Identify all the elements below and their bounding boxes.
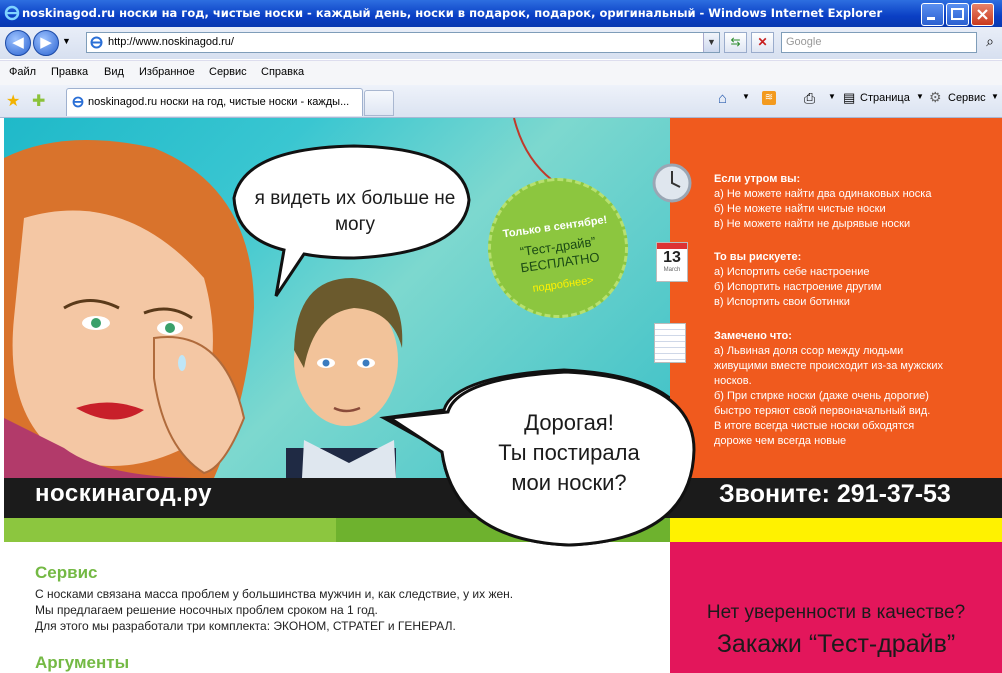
tag-string [513, 118, 553, 181]
page-icon [90, 36, 103, 49]
web-page: я видеть их больше не могу Только в сент… [4, 118, 1002, 673]
refresh-icon: ⇆ [730, 35, 741, 49]
site-brand[interactable]: носкинагод.ру [35, 480, 212, 508]
back-arrow-icon: ◀ [12, 34, 24, 51]
menu-bar: Файл Правка Вид Избранное Сервис Справка [0, 60, 1002, 86]
page-dropdown-icon[interactable]: ▼ [916, 92, 924, 101]
service-text: С носками связана масса проблем у больши… [35, 586, 513, 634]
service-line1: С носками связана масса проблем у больши… [35, 587, 514, 601]
service-heading: Сервис [35, 563, 98, 582]
tools-menu-button[interactable]: Сервис [948, 92, 986, 104]
man-speech-line1: Дорогая! [524, 410, 614, 435]
promo-question: Нет уверенности в качестве? [706, 602, 966, 623]
service-line3: Для этого мы разработали три комплекта: … [35, 619, 456, 633]
morning-item-a: а) Не можете найти два одинаковых носка [714, 188, 932, 200]
search-button[interactable]: ⌕ [980, 32, 1000, 51]
stop-icon: ✕ [757, 35, 768, 49]
risk-item-b: б) Испортить настроение другим [714, 281, 882, 293]
gear-icon: ⚙ [929, 89, 942, 105]
arguments-heading: Аргументы [35, 653, 130, 672]
green-stripe-dark [336, 518, 670, 542]
address-url: http://www.noskinagod.ru/ [108, 36, 234, 48]
address-field[interactable]: http://www.noskinagod.ru/ ▼ [86, 32, 720, 53]
observed-title: Замечено что: [714, 330, 792, 342]
calendar-day: 13 [663, 249, 681, 266]
tab-label: noskinagod.ru носки на год, чистые носки… [88, 96, 350, 108]
woman-speech-text: я видеть их больше не могу [254, 188, 456, 235]
risk-item-a: а) Испортить себе настроение [714, 266, 870, 278]
phone-number: Звоните: 291-37-53 [719, 480, 951, 508]
observed-line6: В итоге всегда чистые носки обходятся [714, 420, 915, 432]
forward-arrow-icon: ▶ [40, 34, 52, 51]
print-icon[interactable]: ⎙ [804, 90, 815, 107]
search-icon: ⌕ [986, 33, 994, 49]
morning-title: Если утром вы: [714, 173, 801, 185]
observed-line5: быстро теряют свой первоначальный вид. [714, 405, 931, 417]
menu-file[interactable]: Файл [9, 66, 36, 78]
minimize-button[interactable] [921, 3, 944, 26]
feeds-icon[interactable]: ≋ [762, 91, 776, 105]
service-line2: Мы предлагаем решение носочных проблем с… [35, 603, 378, 617]
close-icon [977, 9, 988, 20]
clock-icon [652, 163, 692, 203]
tab-page-icon [72, 96, 84, 108]
search-input[interactable]: Google [781, 32, 977, 53]
address-toolbar: ◀ ▶ ▼ http://www.noskinagod.ru/ ▼ ⇆ ✕ Go… [0, 27, 1002, 59]
favorites-star-icon[interactable]: ★ [6, 91, 20, 111]
home-dropdown-icon[interactable]: ▼ [742, 92, 750, 101]
forward-button[interactable]: ▶ [33, 30, 59, 56]
back-button[interactable]: ◀ [5, 30, 31, 56]
search-placeholder: Google [786, 36, 822, 48]
woman-figure [4, 140, 254, 478]
maximize-button[interactable] [946, 3, 969, 26]
observed-line1: а) Львиная доля ссор между людьми [714, 345, 904, 357]
new-tab-button[interactable] [364, 90, 394, 116]
window-title: noskinagod.ru носки на год, чистые носки… [22, 6, 883, 20]
observed-line7: дороже чем всегда новые [714, 435, 847, 447]
risk-section: То вы рискуете: а) Испортить себе настро… [714, 250, 994, 310]
man-speech-text-front: Дорогая! Ты постирала мои носки? [454, 408, 684, 498]
menu-help[interactable]: Справка [261, 66, 304, 78]
tab-active[interactable]: noskinagod.ru носки на год, чистые носки… [66, 88, 363, 116]
calendar-icon: 13 March [656, 242, 688, 282]
menu-favorites[interactable]: Избранное [139, 66, 195, 78]
morning-item-b: б) Не можете найти чистые носки [714, 203, 886, 215]
yellow-stripe [670, 518, 1002, 542]
promo-cta[interactable]: Закажи “Тест-драйв” [670, 630, 1002, 659]
ie-logo-icon [4, 5, 20, 21]
info-panel: 13 March Если утром вы: а) Не можете най… [652, 118, 1002, 478]
print-dropdown-icon[interactable]: ▼ [828, 92, 836, 101]
add-favorites-icon[interactable]: ✚ [32, 91, 45, 111]
home-icon[interactable]: ⌂ [718, 90, 727, 107]
morning-item-c: в) Не можете найти не дырявые носки [714, 218, 911, 230]
observed-line3: носков. [714, 375, 752, 387]
address-dropdown-icon[interactable]: ▼ [703, 33, 719, 52]
observed-section: Замечено что: а) Львиная доля ссор между… [714, 329, 994, 449]
window-titlebar: noskinagod.ru носки на год, чистые носки… [0, 0, 1002, 27]
minimize-icon [927, 17, 935, 20]
tab-bar: ★ ✚ noskinagod.ru носки на год, чистые н… [0, 85, 1002, 118]
promo-box[interactable]: Нет уверенности в качестве? Закажи “Тест… [670, 542, 1002, 673]
page-menu-icon: ▤ [843, 90, 856, 105]
maximize-icon [951, 8, 964, 20]
morning-section: Если утром вы: а) Не можете найти два од… [714, 172, 994, 232]
stop-button[interactable]: ✕ [751, 32, 774, 53]
tools-dropdown-icon[interactable]: ▼ [991, 92, 999, 101]
man-speech-line2: Ты постирала [498, 440, 640, 465]
observed-line4: б) При стирке носки (даже очень дорогие) [714, 390, 929, 402]
observed-line2: живущими вместе происходит из-за мужских [714, 360, 943, 372]
risk-title: То вы рискуете: [714, 251, 802, 263]
history-dropdown-icon[interactable]: ▼ [62, 36, 71, 46]
close-button[interactable] [971, 3, 994, 26]
notepad-icon [654, 323, 686, 363]
menu-edit[interactable]: Правка [51, 66, 88, 78]
man-speech-line3: мои носки? [511, 470, 627, 495]
menu-tools[interactable]: Сервис [209, 66, 247, 78]
menu-view[interactable]: Вид [104, 66, 124, 78]
calendar-month: March [663, 267, 681, 273]
refresh-button[interactable]: ⇆ [724, 32, 747, 53]
risk-item-c: в) Испортить свои ботинки [714, 296, 850, 308]
page-menu-button[interactable]: Страница [860, 92, 910, 104]
